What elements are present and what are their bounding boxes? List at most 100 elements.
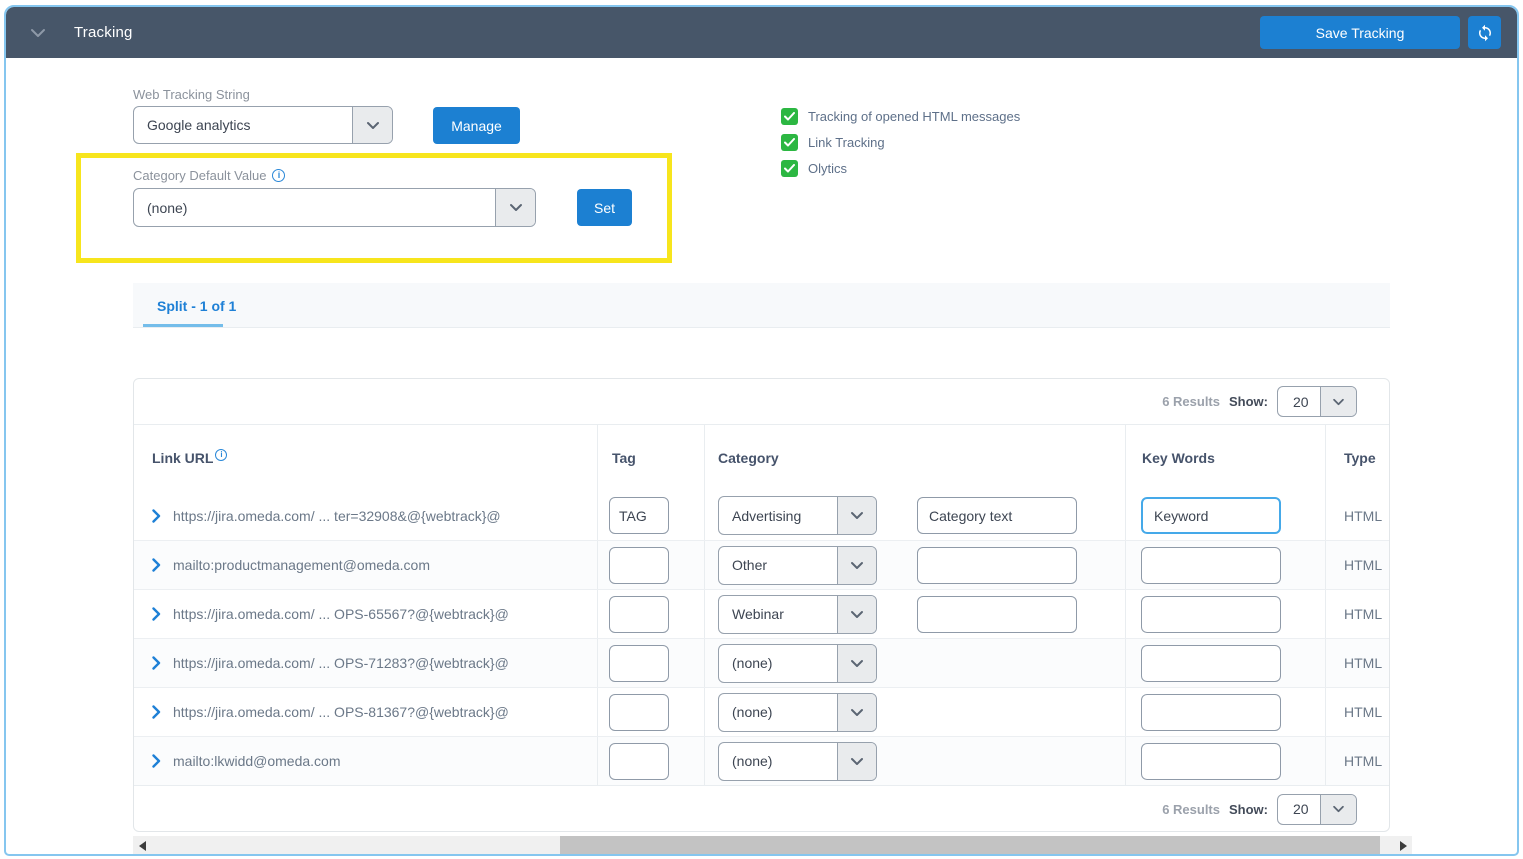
show-label: Show: bbox=[1229, 802, 1268, 817]
show-count-select[interactable]: 20 bbox=[1277, 794, 1357, 825]
checkbox-label: Tracking of opened HTML messages bbox=[808, 109, 1020, 124]
checkbox-label: Olytics bbox=[808, 161, 847, 176]
keywords-input[interactable] bbox=[1141, 645, 1281, 682]
link-url-text: https://jira.omeda.com/ ... OPS-81367?@{… bbox=[173, 704, 509, 720]
category-select-value: Other bbox=[719, 547, 837, 584]
results-count: 6 Results bbox=[1162, 394, 1220, 409]
row-type: HTML bbox=[1344, 655, 1382, 671]
row-type: HTML bbox=[1344, 557, 1382, 573]
scroll-left-arrow[interactable] bbox=[133, 836, 151, 856]
keywords-input[interactable] bbox=[1141, 497, 1281, 534]
table-body: https://jira.omeda.com/ ... ter=32908&@{… bbox=[134, 491, 1389, 785]
keywords-input[interactable] bbox=[1141, 743, 1281, 780]
category-select[interactable]: Other bbox=[718, 546, 877, 585]
tag-input[interactable] bbox=[609, 596, 669, 633]
checkmark-icon bbox=[784, 112, 795, 121]
expand-row-icon[interactable] bbox=[152, 558, 161, 572]
active-tab-indicator bbox=[143, 324, 223, 327]
olytics-checkbox[interactable] bbox=[781, 160, 798, 177]
horizontal-scrollbar[interactable] bbox=[133, 836, 1412, 856]
category-text-input[interactable] bbox=[917, 547, 1077, 584]
refresh-button[interactable] bbox=[1468, 16, 1501, 49]
manage-button[interactable]: Manage bbox=[433, 107, 520, 144]
chevron-down-icon bbox=[837, 497, 876, 534]
links-table: 6 Results Show: 20 Link URL i Tag Catego… bbox=[133, 378, 1390, 832]
checkmark-icon bbox=[784, 164, 795, 173]
category-default-select[interactable]: (none) bbox=[133, 188, 536, 227]
checkbox-row-olytics: Olytics bbox=[781, 160, 1020, 177]
scrollbar-track[interactable] bbox=[151, 836, 1394, 856]
column-header-type: Type bbox=[1325, 425, 1391, 491]
checkmark-icon bbox=[784, 138, 795, 147]
category-default-label-row: Category Default Value i bbox=[133, 168, 285, 183]
column-header-key-words: Key Words bbox=[1125, 425, 1325, 491]
chevron-down-icon bbox=[837, 645, 876, 682]
info-icon[interactable]: i bbox=[272, 169, 285, 182]
table-row: https://jira.omeda.com/ ... OPS-81367?@{… bbox=[134, 687, 1389, 736]
category-select[interactable]: Advertising bbox=[718, 496, 877, 535]
row-type: HTML bbox=[1344, 704, 1382, 720]
tag-input[interactable] bbox=[609, 743, 669, 780]
expand-row-icon[interactable] bbox=[152, 509, 161, 523]
save-tracking-button[interactable]: Save Tracking bbox=[1260, 16, 1460, 49]
scrollbar-thumb[interactable] bbox=[560, 836, 1380, 856]
category-select-value: (none) bbox=[719, 694, 837, 731]
titlebar: Tracking Save Tracking bbox=[6, 7, 1517, 58]
link-tracking-checkbox[interactable] bbox=[781, 134, 798, 151]
collapse-chevron-icon[interactable] bbox=[30, 28, 46, 38]
expand-row-icon[interactable] bbox=[152, 754, 161, 768]
tag-input[interactable] bbox=[609, 497, 669, 534]
category-select[interactable]: (none) bbox=[718, 693, 877, 732]
category-default-label: Category Default Value bbox=[133, 168, 266, 183]
results-bar-top: 6 Results Show: 20 bbox=[134, 379, 1389, 425]
link-url-text: mailto:productmanagement@omeda.com bbox=[173, 557, 430, 573]
category-text-input[interactable] bbox=[917, 497, 1077, 534]
link-url-text: https://jira.omeda.com/ ... ter=32908&@{… bbox=[173, 508, 501, 524]
expand-row-icon[interactable] bbox=[152, 656, 161, 670]
table-row: https://jira.omeda.com/ ... OPS-65567?@{… bbox=[134, 589, 1389, 638]
results-count: 6 Results bbox=[1162, 802, 1220, 817]
chevron-down-icon bbox=[837, 743, 876, 780]
web-tracking-select[interactable]: Google analytics bbox=[133, 106, 393, 144]
row-type: HTML bbox=[1344, 508, 1382, 524]
keywords-input[interactable] bbox=[1141, 694, 1281, 731]
category-text-input[interactable] bbox=[917, 596, 1077, 633]
chevron-down-icon bbox=[837, 596, 876, 633]
tracking-panel: Tracking Save Tracking Web Tracking Stri… bbox=[0, 0, 1523, 859]
tag-input[interactable] bbox=[609, 694, 669, 731]
chevron-down-icon bbox=[495, 189, 535, 226]
chevron-down-icon bbox=[352, 107, 392, 143]
checkbox-label: Link Tracking bbox=[808, 135, 885, 150]
table-row: mailto:productmanagement@omeda.com Other… bbox=[134, 540, 1389, 589]
category-select-value: Webinar bbox=[719, 596, 837, 633]
category-select[interactable]: (none) bbox=[718, 742, 877, 781]
info-icon[interactable]: i bbox=[215, 449, 227, 461]
show-count-select[interactable]: 20 bbox=[1277, 386, 1357, 417]
set-button[interactable]: Set bbox=[577, 189, 632, 226]
show-count-value: 20 bbox=[1278, 795, 1320, 824]
category-select[interactable]: Webinar bbox=[718, 595, 877, 634]
category-select[interactable]: (none) bbox=[718, 644, 877, 683]
link-url-text: https://jira.omeda.com/ ... OPS-65567?@{… bbox=[173, 606, 509, 622]
category-select-value: (none) bbox=[719, 645, 837, 682]
keywords-input[interactable] bbox=[1141, 547, 1281, 584]
keywords-input[interactable] bbox=[1141, 596, 1281, 633]
expand-row-icon[interactable] bbox=[152, 705, 161, 719]
refresh-icon bbox=[1476, 24, 1494, 42]
row-type: HTML bbox=[1344, 753, 1382, 769]
chevron-down-icon bbox=[837, 694, 876, 731]
show-label: Show: bbox=[1229, 394, 1268, 409]
scroll-right-arrow[interactable] bbox=[1394, 836, 1412, 856]
category-select-value: Advertising bbox=[719, 497, 837, 534]
checkbox-row-link-tracking: Link Tracking bbox=[781, 134, 1020, 151]
tag-input[interactable] bbox=[609, 547, 669, 584]
opened-html-checkbox[interactable] bbox=[781, 108, 798, 125]
tab-split-1[interactable]: Split - 1 of 1 bbox=[143, 283, 250, 328]
tag-input[interactable] bbox=[609, 645, 669, 682]
expand-row-icon[interactable] bbox=[152, 607, 161, 621]
table-header-row: Link URL i Tag Category Key Words Type bbox=[134, 425, 1389, 491]
page-title: Tracking bbox=[74, 24, 133, 41]
row-type: HTML bbox=[1344, 606, 1382, 622]
column-header-category: Category bbox=[704, 425, 1125, 491]
table-row: https://jira.omeda.com/ ... ter=32908&@{… bbox=[134, 491, 1389, 540]
